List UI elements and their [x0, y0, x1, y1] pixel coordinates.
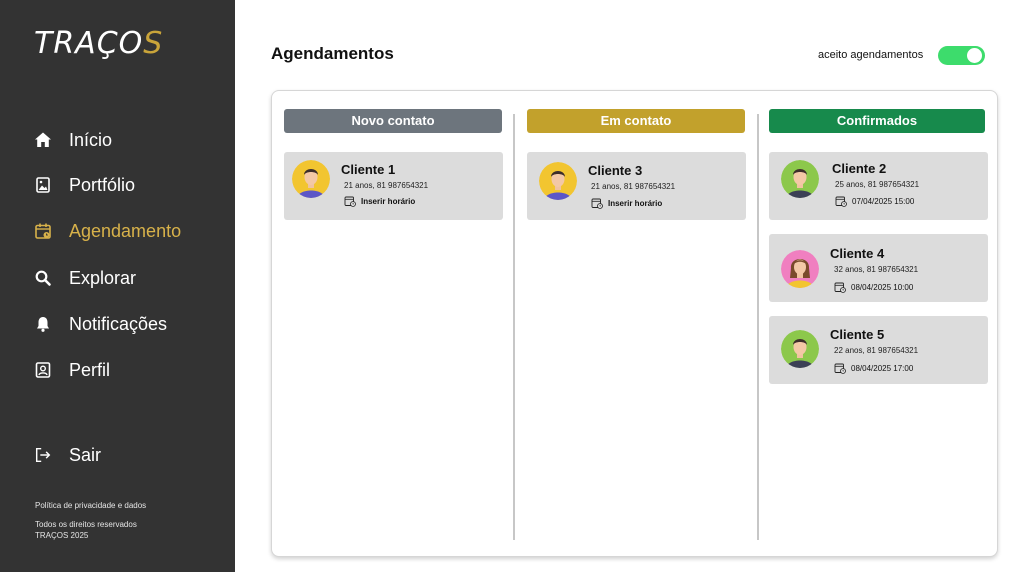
insert-time-button[interactable]: Inserir horário	[344, 195, 415, 207]
client-name: Cliente 4	[830, 246, 885, 261]
client-info: 32 anos, 81 987654321	[834, 265, 919, 274]
sidebar-item-explorar[interactable]: Explorar	[34, 265, 136, 291]
client-name: Cliente 2	[832, 161, 887, 176]
toggle-label: aceito agendamentos	[818, 49, 924, 61]
calendar-icon	[34, 222, 52, 240]
toggle-knob	[967, 48, 982, 63]
accept-bookings-toggle[interactable]	[938, 46, 985, 65]
avatar	[781, 250, 819, 288]
logout-button[interactable]: Sair	[34, 442, 101, 468]
sidebar-item-label: Perfil	[69, 359, 111, 380]
appointment-datetime: 07/04/2025 15:00	[835, 195, 914, 207]
calendar-clock-icon	[591, 197, 603, 209]
schedule-text: 08/04/2025 17:00	[851, 363, 914, 373]
calendar-clock-icon	[834, 362, 846, 374]
schedule-text: 08/04/2025 10:00	[851, 282, 914, 292]
privacy-link[interactable]: Política de privacidade e dados	[35, 500, 146, 511]
client-card[interactable]: Cliente 3 21 anos, 81 987654321 Inserir …	[527, 152, 746, 220]
insert-time-button[interactable]: Inserir horário	[591, 197, 662, 209]
page-title: Agendamentos	[271, 44, 394, 63]
calendar-clock-icon	[835, 195, 847, 207]
client-name: Cliente 5	[830, 327, 885, 342]
sidebar: TRAÇOS Início Portfólio Agendamento Expl…	[0, 0, 235, 572]
sidebar-item-notificacoes[interactable]: Notificações	[34, 311, 167, 337]
schedule-text: Inserir horário	[361, 196, 416, 206]
logo-main: TRAÇO	[34, 26, 144, 61]
appointment-datetime: 08/04/2025 17:00	[834, 362, 913, 374]
column-header-confirmados: Confirmados	[769, 109, 985, 133]
appointment-datetime: 08/04/2025 10:00	[834, 281, 913, 293]
app-root: TRAÇOS Início Portfólio Agendamento Expl…	[0, 0, 1022, 572]
logout-label: Sair	[69, 444, 102, 465]
logout-icon	[34, 446, 52, 464]
column-divider	[757, 114, 759, 540]
column-header-novo-contato: Novo contato	[284, 109, 502, 133]
avatar	[781, 160, 819, 198]
client-card[interactable]: Cliente 4 32 anos, 81 987654321 08/04/20…	[769, 234, 988, 302]
calendar-clock-icon	[834, 281, 846, 293]
sidebar-item-label: Início	[69, 129, 113, 150]
client-card[interactable]: Cliente 5 22 anos, 81 987654321 08/04/20…	[769, 316, 988, 384]
client-info: 25 anos, 81 987654321	[835, 180, 920, 189]
avatar	[292, 160, 330, 198]
sidebar-item-label: Explorar	[69, 267, 137, 288]
client-name: Cliente 1	[341, 162, 396, 177]
avatar	[539, 162, 577, 200]
sidebar-item-label: Portfólio	[69, 174, 136, 195]
sidebar-item-inicio[interactable]: Início	[34, 127, 112, 153]
search-icon	[34, 269, 52, 287]
home-icon	[34, 131, 52, 149]
client-card[interactable]: Cliente 2 25 anos, 81 987654321 07/04/20…	[769, 152, 988, 220]
rights-text: Todos os direitos reservados	[35, 520, 137, 529]
column-divider	[513, 114, 515, 540]
sidebar-item-agendamento[interactable]: Agendamento	[34, 218, 181, 244]
sidebar-item-portfolio[interactable]: Portfólio	[34, 172, 135, 198]
client-info: 22 anos, 81 987654321	[834, 346, 919, 355]
logo-accent: S	[143, 26, 164, 61]
schedule-text: 07/04/2025 15:00	[852, 196, 915, 206]
user-badge-icon	[34, 361, 52, 379]
schedule-text: Inserir horário	[608, 198, 663, 208]
sidebar-item-label: Agendamento	[69, 220, 182, 241]
client-name: Cliente 3	[588, 163, 643, 178]
client-card[interactable]: Cliente 1 21 anos, 81 987654321 Inserir …	[284, 152, 503, 220]
sidebar-item-label: Notificações	[69, 313, 168, 334]
column-header-em-contato: Em contato	[527, 109, 745, 133]
logo[interactable]: TRAÇOS	[34, 26, 163, 61]
client-info: 21 anos, 81 987654321	[344, 181, 429, 190]
calendar-clock-icon	[344, 195, 356, 207]
kanban-board: Novo contato Cliente 1 21 anos, 81 98765…	[271, 90, 998, 557]
copyright-text: TRAÇOS 2025	[35, 531, 89, 540]
avatar	[781, 330, 819, 368]
bell-icon	[34, 315, 52, 333]
client-info: 21 anos, 81 987654321	[591, 182, 676, 191]
sidebar-item-perfil[interactable]: Perfil	[34, 357, 110, 383]
image-icon	[34, 176, 52, 194]
